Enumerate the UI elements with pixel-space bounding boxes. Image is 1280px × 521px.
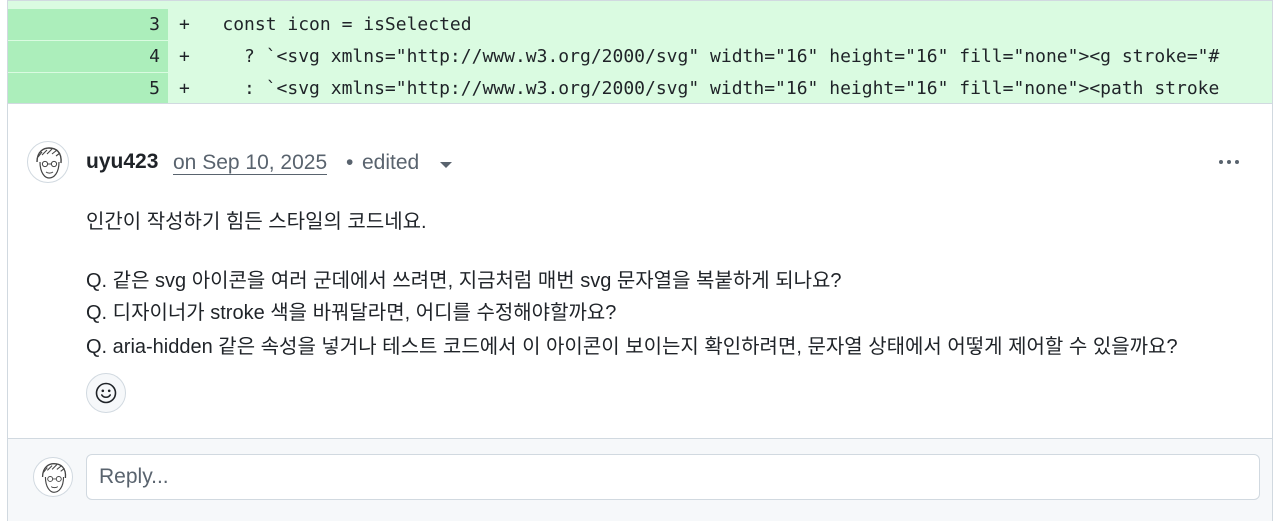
comment-body-line: Q. 같은 svg 아이콘을 여러 군데에서 쓰려면, 지금처럼 매번 svg … <box>86 270 842 292</box>
code-line: + : `<svg xmlns="http://www.w3.org/2000/… <box>179 78 1219 99</box>
line-number-gutter: 5 <box>8 73 168 103</box>
avatar-sketch-icon <box>41 463 67 493</box>
avatar[interactable] <box>27 141 69 183</box>
kebab-horizontal-icon[interactable] <box>1212 150 1246 174</box>
diff-line: 4 + ? `<svg xmlns="http://www.w3.org/200… <box>8 41 1272 72</box>
diff-sign: + <box>179 78 190 99</box>
diff-line: 5 + : `<svg xmlns="http://www.w3.org/200… <box>8 73 1272 103</box>
edited-menu[interactable]: edited <box>362 151 419 175</box>
comment-body-line: Q. aria-hidden 같은 속성을 넣거나 테스트 코드에서 이 아이콘… <box>86 336 1178 358</box>
avatar-sketch-icon <box>36 147 62 179</box>
reply-bar <box>8 438 1272 521</box>
comment-author[interactable]: uyu423 <box>86 150 158 174</box>
smiley-icon <box>95 382 117 404</box>
line-number[interactable]: 3 <box>149 14 160 35</box>
code-text: ? `<svg xmlns="http://www.w3.org/2000/sv… <box>200 46 1220 67</box>
diff-snippet: 3 + const icon = isSelected 4 + ? `<svg … <box>8 0 1272 104</box>
diff-line: 3 + const icon = isSelected <box>8 9 1272 40</box>
code-text: : `<svg xmlns="http://www.w3.org/2000/sv… <box>200 78 1220 99</box>
diff-sign: + <box>179 46 190 67</box>
line-number-gutter: 3 <box>8 9 168 40</box>
avatar <box>33 457 73 497</box>
diff-sign: + <box>179 14 190 35</box>
line-number-gutter: 4 <box>8 41 168 72</box>
code-line: + const icon = isSelected <box>179 14 472 35</box>
code-text: const icon = isSelected <box>200 14 472 35</box>
code-line: + ? `<svg xmlns="http://www.w3.org/2000/… <box>179 46 1219 67</box>
reply-input[interactable] <box>86 454 1260 500</box>
comment-body-line: Q. 디자이너가 stroke 색을 바꿔달라면, 어디를 수정해야할까요? <box>86 302 617 324</box>
separator-dot: • <box>346 151 354 174</box>
add-reaction-button[interactable] <box>86 373 126 413</box>
review-thread: 3 + const icon = isSelected 4 + ? `<svg … <box>7 0 1273 521</box>
chevron-down-icon[interactable] <box>440 162 452 168</box>
line-number[interactable]: 5 <box>149 78 160 99</box>
line-number[interactable]: 4 <box>149 46 160 67</box>
comment-body-line: 인간이 작성하기 힘든 스타일의 코드네요. <box>86 211 427 233</box>
comment-timestamp[interactable]: on Sep 10, 2025 <box>173 151 328 175</box>
